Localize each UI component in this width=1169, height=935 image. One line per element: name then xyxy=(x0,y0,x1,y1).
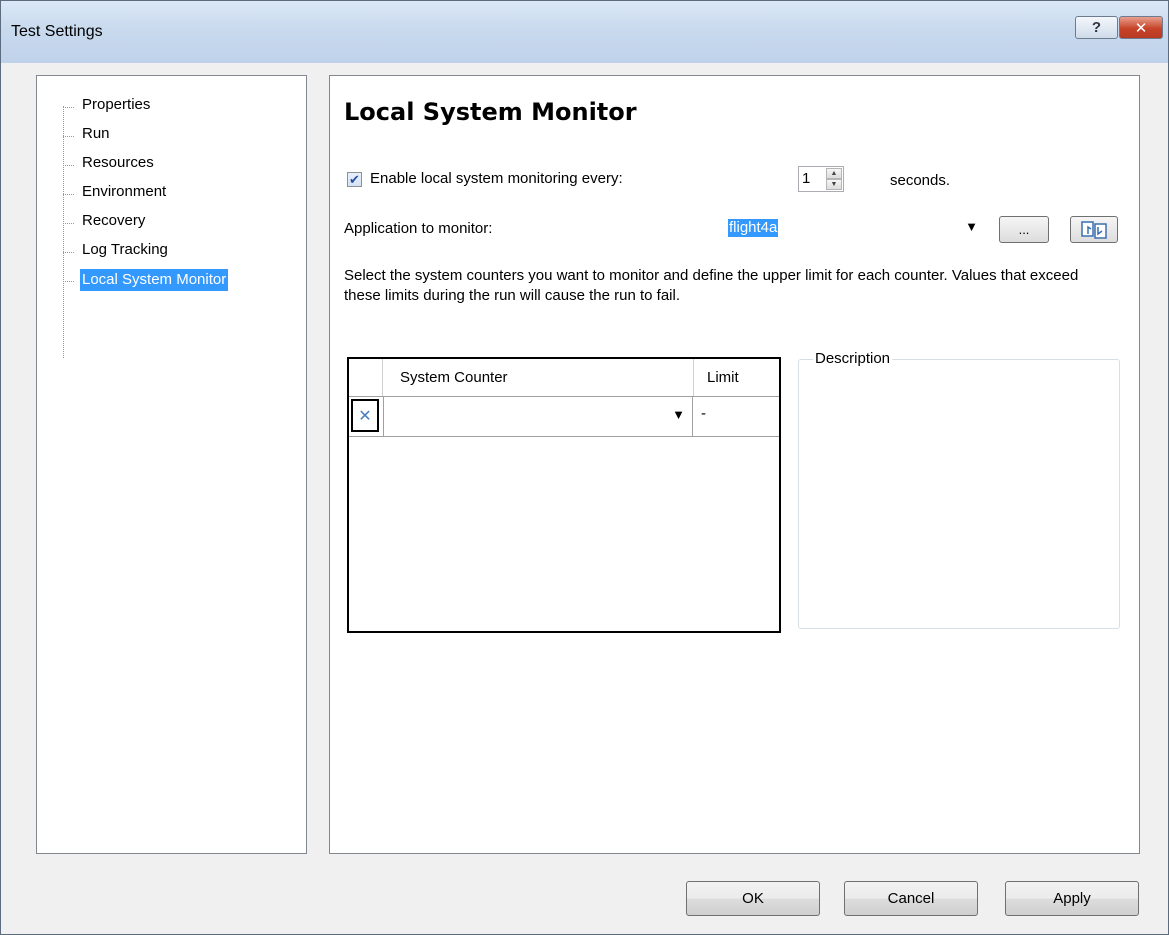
column-header-limit[interactable]: Limit xyxy=(707,369,739,386)
enable-monitoring-checkbox[interactable]: ✔ xyxy=(347,172,362,187)
checkmark-icon: ✔ xyxy=(349,172,360,187)
tree-item-properties[interactable]: Properties xyxy=(80,94,152,116)
instructions-text: Select the system counters you want to m… xyxy=(344,267,1079,304)
application-value: flight4a xyxy=(728,219,779,237)
interval-unit-label: seconds. xyxy=(890,172,951,189)
ok-button[interactable]: OK xyxy=(686,881,820,916)
description-label: Description xyxy=(813,350,893,367)
dropdown-arrow-icon: ▼ xyxy=(672,407,685,422)
close-icon: ✕ xyxy=(1134,19,1148,37)
description-groupbox: Description xyxy=(798,350,1120,629)
browse-button[interactable]: ... xyxy=(999,216,1049,243)
new-row-icon: ✕ xyxy=(351,399,379,432)
stepper-down-icon[interactable]: ▼ xyxy=(826,179,842,190)
tree-item-local-system-monitor[interactable]: Local System Monitor xyxy=(80,269,229,291)
pointing-hand-button[interactable] xyxy=(1070,216,1118,243)
cancel-button[interactable]: Cancel xyxy=(844,881,978,916)
window-title: Test Settings xyxy=(11,23,103,40)
tree-item-run[interactable]: Run xyxy=(80,123,112,145)
page-title: Local System Monitor xyxy=(344,98,637,126)
close-button[interactable]: ✕ xyxy=(1119,16,1163,39)
stepper-buttons: ▲ ▼ xyxy=(826,168,842,190)
apply-button[interactable]: Apply xyxy=(1005,881,1139,916)
system-counter-select[interactable]: ▼ xyxy=(383,397,693,436)
limit-cell[interactable]: - xyxy=(701,405,706,422)
tree-item-log-tracking[interactable]: Log Tracking xyxy=(80,239,170,261)
table-row[interactable]: ✕ ▼ - xyxy=(349,397,779,437)
tree-item-environment[interactable]: Environment xyxy=(80,181,168,203)
application-select[interactable]: flight4a ▼ xyxy=(726,216,982,242)
test-settings-dialog: Test Settings ? ✕ Properties Run Resourc… xyxy=(0,0,1169,935)
application-label: Application to monitor: xyxy=(344,220,493,237)
tree-connector xyxy=(63,106,64,358)
column-header-system-counter[interactable]: System Counter xyxy=(400,369,508,386)
tree-item-recovery[interactable]: Recovery xyxy=(80,210,147,232)
help-button[interactable]: ? xyxy=(1075,16,1118,39)
system-counter-grid: System Counter Limit ✕ ▼ - xyxy=(347,357,781,633)
grid-header: System Counter Limit xyxy=(349,359,779,397)
interval-value: 1 xyxy=(802,170,811,187)
object-spy-icon xyxy=(1081,220,1107,239)
stepper-up-icon[interactable]: ▲ xyxy=(826,168,842,179)
interval-stepper[interactable]: 1 ▲ ▼ xyxy=(798,166,844,192)
dropdown-arrow-icon: ▼ xyxy=(965,219,978,234)
settings-panel: Local System Monitor ✔ Enable local syst… xyxy=(329,75,1140,854)
tree-item-resources[interactable]: Resources xyxy=(80,152,156,174)
settings-tree: Properties Run Resources Environment Rec… xyxy=(36,75,307,854)
enable-monitoring-label: Enable local system monitoring every: xyxy=(370,170,623,187)
title-bar: Test Settings ? ✕ xyxy=(1,1,1168,63)
